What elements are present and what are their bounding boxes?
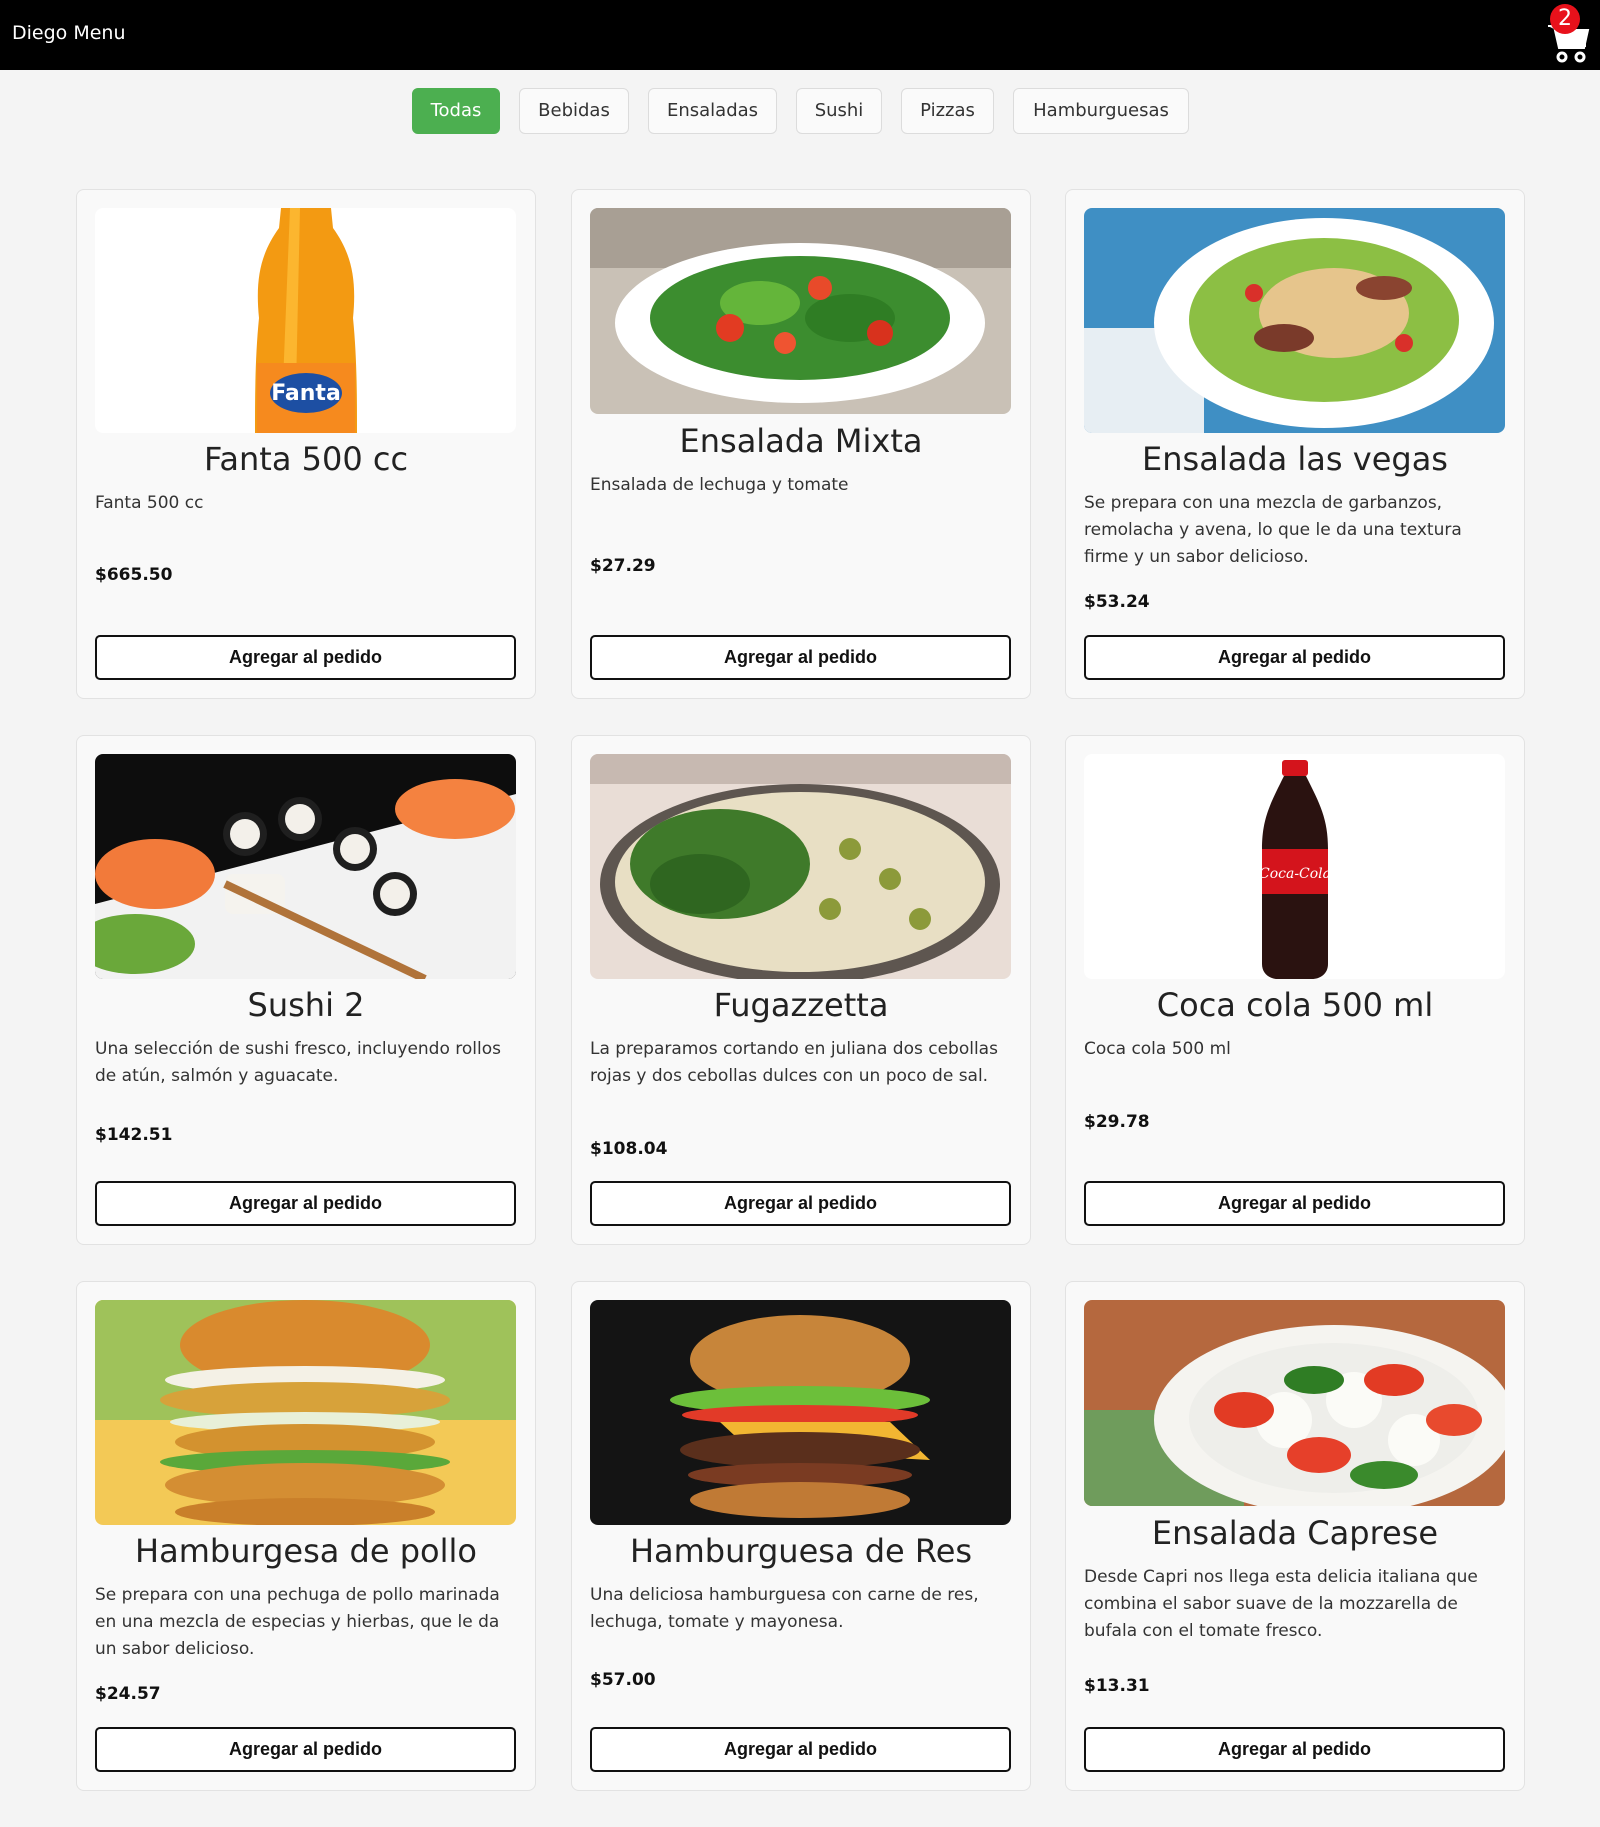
filter-bebidas[interactable]: Bebidas bbox=[519, 88, 629, 134]
product-description: La preparamos cortando en juliana dos ce… bbox=[590, 1039, 998, 1086]
cart-button[interactable]: 2 bbox=[1540, 4, 1596, 63]
add-to-order-button[interactable]: Agregar al pedido bbox=[1084, 1727, 1505, 1772]
product-price: $13.31 bbox=[1084, 1676, 1150, 1696]
filter-hamburguesas[interactable]: Hamburguesas bbox=[1013, 88, 1189, 134]
add-to-order-button[interactable]: Agregar al pedido bbox=[95, 1727, 516, 1772]
product-card: Fugazzetta La preparamos cortando en jul… bbox=[571, 735, 1031, 1245]
product-description: Una selección de sushi fresco, incluyend… bbox=[95, 1039, 501, 1086]
filter-pizzas[interactable]: Pizzas bbox=[901, 88, 994, 134]
product-card: Ensalada Caprese Desde Capri nos llega e… bbox=[1065, 1281, 1525, 1791]
product-card: Hamburgesa de pollo Se prepara con una p… bbox=[76, 1281, 536, 1791]
product-card: Hamburguesa de Res Una deliciosa hamburg… bbox=[571, 1281, 1031, 1791]
product-image-caprese-salad bbox=[1084, 1300, 1505, 1506]
product-description: Fanta 500 cc bbox=[95, 493, 204, 513]
product-image-chicken-salad bbox=[1084, 208, 1505, 433]
product-card: Fanta Fanta 500 cc Fanta 500 cc $665.50 … bbox=[76, 189, 536, 699]
product-name: Coca cola 500 ml bbox=[1156, 986, 1434, 1024]
cart-count-badge: 2 bbox=[1550, 4, 1580, 34]
product-image-sushi bbox=[95, 754, 516, 979]
add-to-order-button[interactable]: Agregar al pedido bbox=[590, 1727, 1011, 1772]
product-description: Coca cola 500 ml bbox=[1084, 1039, 1231, 1059]
product-description: Ensalada de lechuga y tomate bbox=[590, 475, 849, 495]
product-name: Ensalada Caprese bbox=[1151, 1514, 1439, 1552]
product-price: $142.51 bbox=[95, 1125, 173, 1145]
product-image-fugazzetta bbox=[590, 754, 1011, 979]
category-filters: Todas Bebidas Ensaladas Sushi Pizzas Ham… bbox=[0, 88, 1600, 134]
product-card: Sushi 2 Una selección de sushi fresco, i… bbox=[76, 735, 536, 1245]
product-image-beef-burger bbox=[590, 1300, 1011, 1525]
add-to-order-button[interactable]: Agregar al pedido bbox=[1084, 635, 1505, 680]
filter-todas[interactable]: Todas bbox=[412, 88, 500, 134]
svg-text:Fanta: Fanta bbox=[271, 381, 341, 406]
product-price: $57.00 bbox=[590, 1670, 656, 1690]
product-price: $665.50 bbox=[95, 565, 173, 585]
product-name: Hamburguesa de Res bbox=[629, 1532, 973, 1570]
add-to-order-button[interactable]: Agregar al pedido bbox=[95, 1181, 516, 1226]
add-to-order-button[interactable]: Agregar al pedido bbox=[590, 1181, 1011, 1226]
svg-text:Coca-Cola: Coca-Cola bbox=[1259, 866, 1331, 882]
product-price: $53.24 bbox=[1084, 592, 1150, 612]
product-name: Ensalada Mixta bbox=[679, 422, 923, 460]
product-name: Hamburgesa de pollo bbox=[135, 1532, 477, 1570]
product-image-chicken-burger bbox=[95, 1300, 516, 1525]
product-card: Ensalada las vegas Se prepara con una me… bbox=[1065, 189, 1525, 699]
product-card: Ensalada Mixta Ensalada de lechuga y tom… bbox=[571, 189, 1031, 699]
add-to-order-button[interactable]: Agregar al pedido bbox=[1084, 1181, 1505, 1226]
add-to-order-button[interactable]: Agregar al pedido bbox=[95, 635, 516, 680]
product-price: $29.78 bbox=[1084, 1112, 1150, 1132]
product-description: Una deliciosa hamburguesa con carne de r… bbox=[590, 1585, 979, 1632]
product-name: Fugazzetta bbox=[713, 986, 889, 1024]
product-description: Se prepara con una pechuga de pollo mari… bbox=[95, 1585, 500, 1659]
top-navbar: Diego Menu 2 bbox=[0, 0, 1600, 70]
product-name: Ensalada las vegas bbox=[1142, 440, 1448, 478]
product-price: $108.04 bbox=[590, 1139, 668, 1159]
product-name: Fanta 500 cc bbox=[203, 440, 409, 478]
brand-title[interactable]: Diego Menu bbox=[12, 22, 126, 44]
product-image-coca-cola: Coca-Cola bbox=[1084, 754, 1505, 979]
product-description: Se prepara con una mezcla de garbanzos, … bbox=[1084, 493, 1462, 567]
add-to-order-button[interactable]: Agregar al pedido bbox=[590, 635, 1011, 680]
filter-sushi[interactable]: Sushi bbox=[796, 88, 882, 134]
product-image-fanta: Fanta bbox=[95, 208, 516, 433]
filter-ensaladas[interactable]: Ensaladas bbox=[648, 88, 777, 134]
product-image-mixed-salad bbox=[590, 208, 1011, 414]
product-price: $27.29 bbox=[590, 556, 656, 576]
product-name: Sushi 2 bbox=[247, 986, 365, 1024]
product-price: $24.57 bbox=[95, 1684, 161, 1704]
product-description: Desde Capri nos llega esta delicia itali… bbox=[1084, 1567, 1478, 1641]
product-card: Coca-Cola Coca cola 500 ml Coca cola 500… bbox=[1065, 735, 1525, 1245]
